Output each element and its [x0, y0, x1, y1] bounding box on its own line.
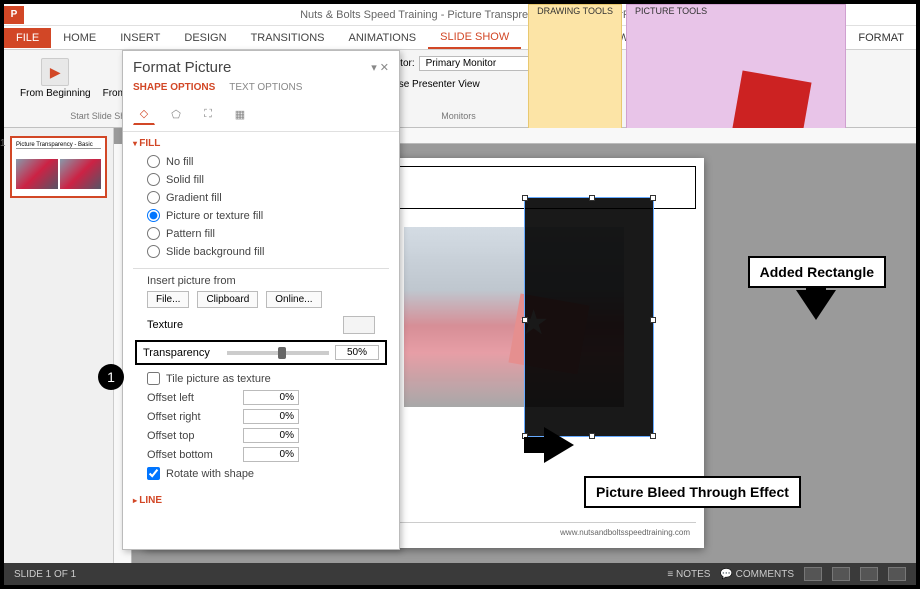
app-icon: P — [4, 6, 24, 24]
format-picture-pane: Format Picture ▾ ✕ SHAPE OPTIONS TEXT OP… — [122, 50, 400, 550]
annotation-added-rectangle: Added Rectangle — [748, 256, 886, 288]
gradient-fill-radio[interactable]: Gradient fill — [147, 191, 389, 204]
tile-picture-check[interactable]: Tile picture as texture — [133, 369, 389, 388]
step-badge-1: 1 — [98, 364, 124, 390]
line-section-header[interactable]: LINE — [133, 495, 389, 506]
offset-right-label: Offset right — [147, 411, 237, 423]
slideshow-view-button[interactable] — [888, 567, 906, 581]
slide-bg-fill-radio[interactable]: Slide background fill — [147, 245, 389, 258]
reading-view-button[interactable] — [860, 567, 878, 581]
slide-url: www.nutsandboltsspeedtraining.com — [560, 528, 690, 537]
added-rectangle-shape[interactable]: ⟳ — [524, 197, 654, 437]
transparency-row: Transparency 50% — [135, 340, 387, 365]
picture-texture-fill-radio[interactable]: Picture or texture fill — [147, 209, 389, 222]
no-fill-radio[interactable]: No fill — [147, 155, 389, 168]
monitors-group-label: Monitors — [441, 111, 476, 121]
texture-label: Texture — [147, 319, 183, 331]
picture-icon[interactable]: ▦ — [229, 103, 251, 125]
online-button[interactable]: Online... — [266, 291, 321, 308]
rotate-handle-icon[interactable]: ⟳ — [589, 178, 599, 192]
tab-slideshow[interactable]: SLIDE SHOW — [428, 27, 521, 49]
notes-button[interactable]: ≡ NOTES — [667, 569, 710, 580]
texture-dropdown[interactable] — [343, 316, 375, 334]
tab-design[interactable]: DESIGN — [172, 28, 238, 48]
tab-insert[interactable]: INSERT — [108, 28, 172, 48]
tab-home[interactable]: HOME — [51, 28, 108, 48]
offset-top-input[interactable]: 0% — [243, 428, 299, 443]
transparency-value[interactable]: 50% — [335, 345, 379, 360]
shape-options-tab[interactable]: SHAPE OPTIONS — [133, 82, 215, 93]
size-icon[interactable]: ⛶ — [197, 103, 219, 125]
solid-fill-radio[interactable]: Solid fill — [147, 173, 389, 186]
slide-count: SLIDE 1 OF 1 — [14, 569, 76, 580]
insert-picture-from-label: Insert picture from — [147, 275, 236, 287]
tab-animations[interactable]: ANIMATIONS — [337, 28, 429, 48]
arrow-right-icon — [544, 427, 574, 463]
fill-line-icon[interactable]: ◇ — [133, 103, 155, 125]
arrow-down-icon — [796, 290, 836, 320]
comments-button[interactable]: 💬 COMMENTS — [720, 569, 794, 580]
effects-icon[interactable]: ⬠ — [165, 103, 187, 125]
monitor-select[interactable]: Primary Monitor — [419, 56, 539, 71]
normal-view-button[interactable] — [804, 567, 822, 581]
offset-bottom-input[interactable]: 0% — [243, 447, 299, 462]
presenter-view-check[interactable]: Use Presenter View — [379, 74, 539, 90]
slide-thumbnails: 1 Picture Transparency - Basic — [4, 128, 114, 563]
transparency-label: Transparency — [143, 347, 221, 359]
text-options-tab[interactable]: TEXT OPTIONS — [229, 82, 302, 93]
sorter-view-button[interactable] — [832, 567, 850, 581]
tab-format-picture[interactable]: FORMAT — [846, 28, 916, 48]
offset-top-label: Offset top — [147, 430, 237, 442]
offset-left-label: Offset left — [147, 392, 237, 404]
offset-bottom-label: Offset bottom — [147, 449, 237, 461]
clipboard-button[interactable]: Clipboard — [197, 291, 258, 308]
title-bar: P Nuts & Bolts Speed Training - Picture … — [4, 4, 916, 26]
close-icon[interactable]: ▾ ✕ — [371, 61, 389, 74]
fill-section-header[interactable]: FILL — [133, 138, 389, 149]
thumbnail-1[interactable]: 1 Picture Transparency - Basic — [10, 136, 107, 198]
offset-right-input[interactable]: 0% — [243, 409, 299, 424]
tab-transitions[interactable]: TRANSITIONS — [239, 28, 337, 48]
annotation-bleed-effect: Picture Bleed Through Effect — [584, 476, 801, 508]
offset-left-input[interactable]: 0% — [243, 390, 299, 405]
status-bar: SLIDE 1 OF 1 ≡ NOTES 💬 COMMENTS — [4, 563, 916, 585]
pane-title: Format Picture — [133, 59, 231, 76]
transparency-slider[interactable] — [227, 351, 329, 355]
from-beginning-button[interactable]: ▶From Beginning — [16, 56, 95, 101]
pattern-fill-radio[interactable]: Pattern fill — [147, 227, 389, 240]
rotate-with-shape-check[interactable]: Rotate with shape — [133, 464, 389, 483]
file-button[interactable]: File... — [147, 291, 189, 308]
tab-file[interactable]: FILE — [4, 28, 51, 48]
